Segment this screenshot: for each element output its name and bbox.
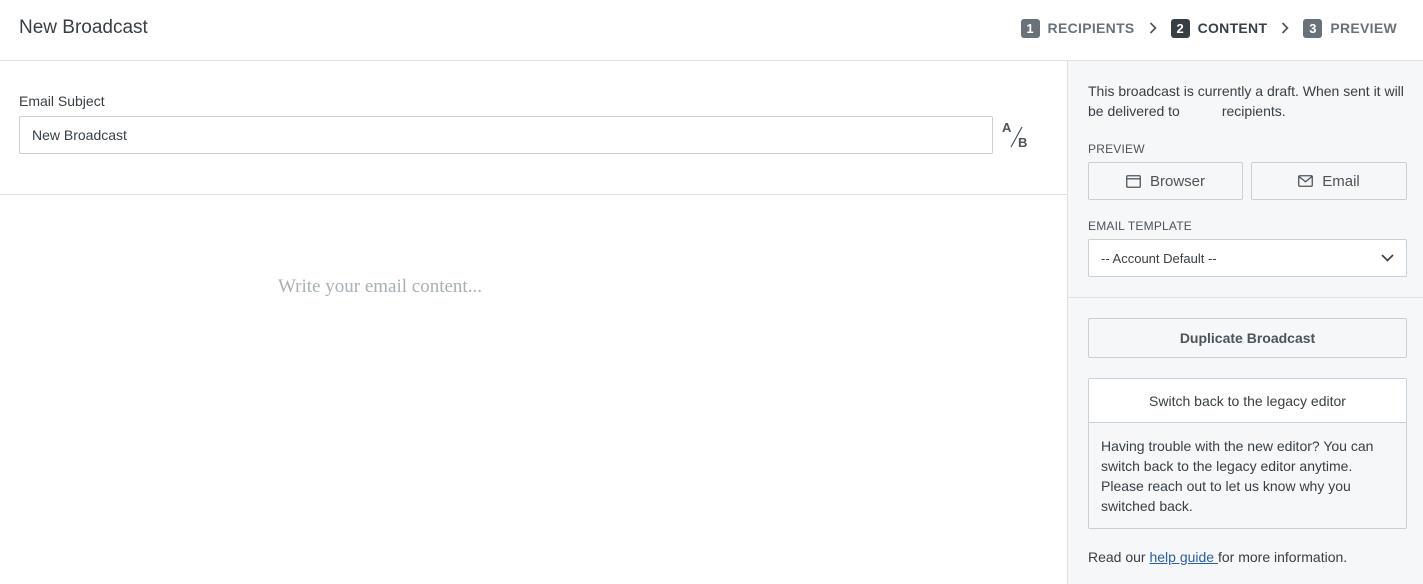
email-template-select[interactable]: -- Account Default --	[1088, 239, 1407, 277]
legacy-editor-panel: Switch back to the legacy editor Having …	[1088, 378, 1407, 529]
duplicate-broadcast-button[interactable]: Duplicate Broadcast	[1088, 318, 1407, 358]
draft-status-note: This broadcast is currently a draft. Whe…	[1088, 81, 1408, 121]
preview-section-label: PREVIEW	[1088, 142, 1145, 156]
step-recipients[interactable]: 1 RECIPIENTS	[1020, 18, 1135, 38]
step-content[interactable]: 2 CONTENT	[1170, 18, 1268, 38]
step-number: 2	[1170, 18, 1190, 38]
recipient-count-redacted	[1179, 105, 1222, 120]
step-label: PREVIEW	[1330, 20, 1397, 36]
sidebar: This broadcast is currently a draft. Whe…	[1067, 61, 1423, 584]
email-subject-label: Email Subject	[19, 93, 105, 109]
draft-note-suffix: recipients.	[1221, 103, 1286, 119]
ab-letter-a: A	[1002, 120, 1012, 135]
ab-test-toggle[interactable]: A B	[1001, 119, 1031, 151]
page-title: New Broadcast	[19, 17, 148, 38]
preview-email-button[interactable]: Email	[1251, 162, 1407, 200]
step-label: CONTENT	[1197, 20, 1268, 36]
step-preview[interactable]: 3 PREVIEW	[1303, 18, 1397, 38]
chevron-down-icon	[1381, 254, 1394, 262]
editor-placeholder: Write your email content...	[278, 276, 482, 297]
chevron-right-icon	[1135, 22, 1171, 34]
main-content: Email Subject A B Write your email conte…	[0, 61, 1067, 584]
envelope-icon	[1298, 175, 1314, 187]
email-subject-input[interactable]	[19, 116, 993, 154]
help-suffix: for more information.	[1218, 549, 1348, 565]
ab-letter-b: B	[1018, 135, 1028, 150]
help-guide-line: Read our help guide for more information…	[1088, 549, 1347, 565]
sidebar-divider	[1068, 297, 1423, 298]
help-prefix: Read our	[1088, 549, 1150, 565]
legacy-button-label: Switch back to the legacy editor	[1149, 392, 1346, 409]
template-selected-value: -- Account Default --	[1101, 250, 1217, 266]
step-navigation: 1 RECIPIENTS 2 CONTENT 3 PREVIEW	[1020, 18, 1397, 38]
email-button-label: Email	[1322, 172, 1360, 190]
browser-window-icon	[1126, 174, 1141, 188]
subject-section: Email Subject A B	[0, 61, 1067, 195]
step-number: 1	[1020, 18, 1040, 38]
header: New Broadcast 1 RECIPIENTS 2 CONTENT 3 P…	[0, 0, 1423, 61]
preview-browser-button[interactable]: Browser	[1088, 162, 1243, 200]
email-template-label: EMAIL TEMPLATE	[1088, 219, 1192, 233]
help-guide-link[interactable]: help guide	[1149, 549, 1218, 565]
step-label: RECIPIENTS	[1047, 20, 1135, 36]
legacy-editor-help-text: Having trouble with the new editor? You …	[1101, 438, 1374, 514]
browser-button-label: Browser	[1149, 172, 1205, 190]
chevron-right-icon	[1267, 22, 1303, 34]
switch-legacy-editor-button[interactable]: Switch back to the legacy editor	[1089, 379, 1406, 423]
step-number: 3	[1303, 18, 1323, 38]
email-content-editor[interactable]: Write your email content...	[0, 196, 1067, 584]
duplicate-button-label: Duplicate Broadcast	[1179, 330, 1316, 346]
